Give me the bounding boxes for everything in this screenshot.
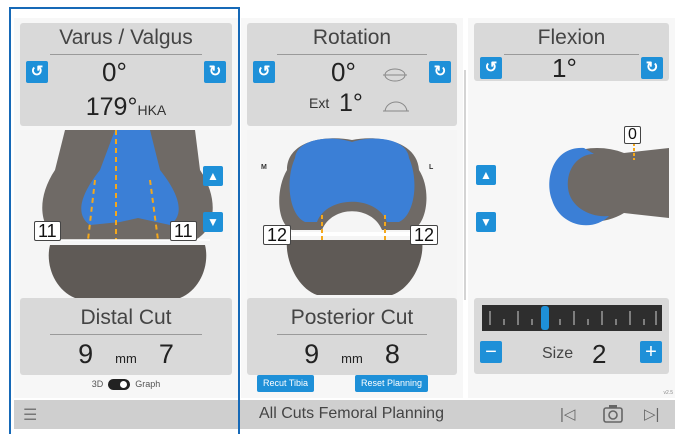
posterior-cut-values: 9 mm 8: [247, 339, 457, 370]
minus-icon: −: [485, 341, 497, 363]
flexion-angle-value: 1°: [552, 53, 577, 83]
view-mode-toggle[interactable]: [108, 379, 131, 391]
rotate-ccw-icon: ↺: [484, 59, 498, 76]
distal-cut-unit: mm: [115, 351, 137, 366]
divider: [50, 54, 202, 55]
distal-cut-values: 9 mm 7: [20, 339, 232, 370]
rotate-cw-icon: ↻: [645, 59, 659, 76]
posterior-left-tag: 12: [263, 225, 292, 245]
ext-label: Ext: [309, 95, 330, 111]
divider: [50, 334, 202, 335]
varus-angle-value: 0°: [102, 57, 127, 87]
next-icon: ▷|: [644, 406, 660, 423]
reset-planning-button[interactable]: Reset Planning: [355, 375, 429, 392]
hka-readout: 179°HKA: [20, 93, 232, 122]
rotation-angle-value: 0°: [331, 57, 356, 87]
previous-button[interactable]: |◁: [560, 405, 575, 423]
distal-femur-view[interactable]: 11 11: [20, 130, 232, 300]
posterior-femur-view[interactable]: M L 12 12: [247, 130, 457, 300]
menu-button[interactable]: ☰: [23, 405, 37, 425]
lateral-marker: L: [429, 164, 434, 171]
posterior-cut-unit: mm: [341, 351, 363, 366]
rotation-header: Rotation ↺ 0° ↻ Ext 1°: [247, 23, 457, 126]
camera-icon: [603, 405, 623, 423]
medial-marker: M: [261, 164, 267, 171]
divider: [277, 334, 427, 335]
hka-label: HKA: [137, 102, 167, 118]
posterior-right-tag: 12: [410, 225, 439, 245]
distal-right-tag: 11: [170, 221, 197, 241]
size-value: 2: [592, 339, 607, 369]
sagittal-femur-3d-model: [549, 143, 669, 226]
ext-value: 1°: [339, 89, 363, 117]
rotate-cw-button[interactable]: ↻: [429, 61, 451, 83]
rotation-reference-icon: [383, 68, 407, 82]
posterior-cut-title: Posterior Cut: [290, 306, 414, 329]
rotate-cw-icon: ↻: [208, 63, 222, 80]
screenshot-button[interactable]: [602, 404, 624, 429]
next-button[interactable]: ▷|: [644, 405, 659, 423]
posterior-cut-box: Posterior Cut 9 mm 8: [247, 298, 457, 375]
arrow-down-icon: ▼: [480, 215, 492, 229]
toggle-graph-label: Graph: [135, 379, 161, 389]
posterior-cut-right-value: 8: [384, 339, 400, 369]
flexion-down-button[interactable]: ▼: [476, 212, 496, 232]
view-mode-toggle-row: 3D Graph: [14, 379, 238, 391]
distal-cut-title: Distal Cut: [80, 306, 172, 329]
flexion-top-tag: 0: [624, 126, 641, 144]
rotation-title: Rotation: [312, 26, 392, 49]
rotate-cw-icon: ↻: [433, 63, 447, 80]
menu-icon: ☰: [23, 407, 38, 424]
varus-valgus-header: Varus / Valgus ↺ 0° ↻ 179°HKA: [20, 23, 232, 126]
previous-icon: |◁: [560, 406, 576, 423]
ext-reference-icon: [383, 101, 409, 112]
flexion-title: Flexion: [537, 26, 606, 49]
rotate-cw-button[interactable]: ↻: [641, 57, 663, 79]
panel-divider: [464, 70, 466, 300]
rotate-ccw-button[interactable]: ↺: [480, 57, 502, 79]
arrow-up-icon: ▲: [207, 169, 219, 183]
varus-valgus-title: Varus / Valgus: [59, 26, 193, 49]
arrow-up-icon: ▲: [480, 168, 492, 182]
posterior-cut-left-value: 9: [304, 339, 320, 369]
size-control: − Size 2 +: [474, 339, 669, 369]
rotation-panel: Rotation ↺ 0° ↻ Ext 1° M L 12 12 Posteri…: [241, 18, 463, 398]
rotate-cw-button[interactable]: ↻: [204, 61, 226, 83]
size-box: − Size 2 +: [474, 298, 669, 374]
arrow-down-icon: ▼: [207, 215, 219, 229]
flexion-panel: Flexion ↺ 1° ↻ 0 ▲ ▼ − Size 2 + v2.5: [468, 18, 675, 398]
page-title: All Cuts Femoral Planning: [259, 405, 444, 422]
rotate-ccw-button[interactable]: ↺: [26, 61, 48, 83]
distal-down-button[interactable]: ▼: [203, 212, 223, 232]
bottom-bar: ☰ All Cuts Femoral Planning |◁ ▷|: [14, 400, 675, 429]
distal-cut-left-value: 9: [78, 339, 94, 369]
recut-tibia-button[interactable]: Recut Tibia: [257, 375, 315, 392]
rotate-ccw-icon: ↺: [257, 63, 271, 80]
size-ruler[interactable]: [482, 305, 662, 331]
divider: [277, 54, 427, 55]
version-label: v2.5: [663, 390, 673, 396]
varus-valgus-panel: Varus / Valgus ↺ 0° ↻ 179°HKA 11 11 Dist…: [14, 18, 238, 398]
flexion-header: Flexion ↺ 1° ↻: [474, 23, 669, 83]
size-increase-button[interactable]: +: [640, 341, 662, 363]
sagittal-femur-view[interactable]: 0: [474, 88, 669, 288]
plus-icon: +: [645, 341, 657, 363]
distal-left-tag: 11: [34, 221, 61, 241]
size-label: Size: [542, 345, 574, 362]
distal-up-button[interactable]: ▲: [203, 166, 223, 186]
size-decrease-button[interactable]: −: [480, 341, 502, 363]
distal-cut-box: Distal Cut 9 mm 7: [20, 298, 232, 375]
rotate-ccw-button[interactable]: ↺: [253, 61, 275, 83]
rotate-ccw-icon: ↺: [30, 63, 44, 80]
hka-value: 179°: [85, 93, 138, 121]
toggle-3d-label: 3D: [91, 379, 104, 389]
posterior-femur-3d-model: [279, 138, 427, 295]
distal-cut-right-value: 7: [158, 339, 174, 369]
flexion-up-button[interactable]: ▲: [476, 165, 496, 185]
distal-femur-3d-model: [42, 130, 213, 298]
